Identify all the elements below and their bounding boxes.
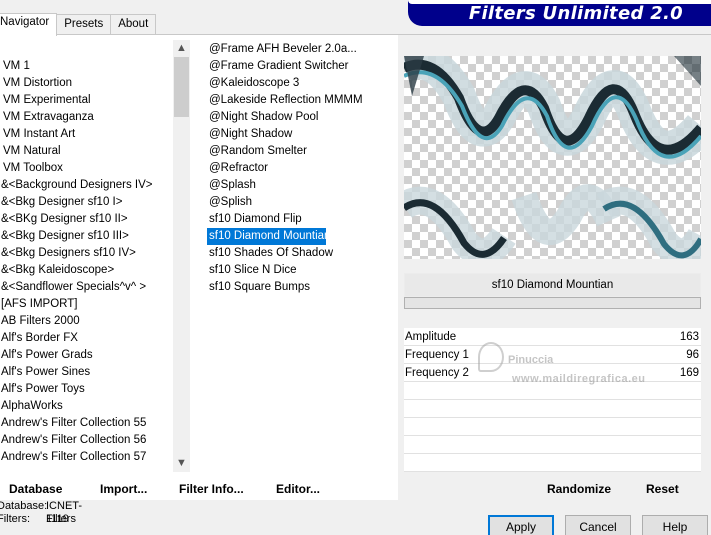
filter-item[interactable]: @Random Smelter	[207, 143, 397, 160]
chevron-down-icon[interactable]: ▼	[173, 455, 190, 472]
filter-item-selected[interactable]: sf10 Diamond Mountian	[207, 228, 330, 245]
category-item[interactable]: VM Toolbox	[0, 160, 190, 177]
param-row-amplitude[interactable]: Amplitude 163	[404, 328, 701, 346]
category-item[interactable]: &<Bkg Designer sf10 III>	[0, 228, 190, 245]
param-value: 169	[679, 367, 699, 379]
apply-button[interactable]: Apply	[488, 515, 554, 535]
parameter-table: Amplitude 163 Frequency 1 96 Frequency 2…	[404, 328, 701, 472]
param-label: Frequency 1	[405, 349, 469, 361]
database-label: Database:	[0, 500, 48, 512]
preview-image	[404, 56, 701, 259]
tab-bar: Navigator Presets About	[0, 13, 157, 36]
filter-item[interactable]: @Frame Gradient Switcher	[207, 58, 397, 75]
filter-item[interactable]: sf10 Slice N Dice	[207, 262, 397, 279]
chevron-up-icon[interactable]: ▲	[173, 40, 190, 57]
category-item[interactable]: [AFS IMPORT]	[0, 296, 190, 313]
param-row-empty	[404, 436, 701, 454]
category-item[interactable]: VM Instant Art	[0, 126, 190, 143]
param-label: Amplitude	[405, 331, 457, 343]
param-row-empty	[404, 454, 701, 472]
filters-count: 1119	[46, 513, 69, 525]
param-value: 96	[686, 349, 699, 361]
category-scrollbar[interactable]: ▲ ▼	[173, 40, 190, 472]
category-item[interactable]: &<BKg Designer sf10 II>	[0, 211, 190, 228]
category-item[interactable]: Andrew's Filter Collection 56	[0, 432, 190, 449]
category-item[interactable]: Alf's Power Sines	[0, 364, 190, 381]
filter-item[interactable]: @Splash	[207, 177, 397, 194]
filters-label: Filters:	[0, 513, 30, 525]
filter-item[interactable]: sf10 Diamond Flip	[207, 211, 397, 228]
filter-item[interactable]: @Frame AFH Beveler 2.0a...	[207, 41, 397, 58]
filter-item[interactable]: @Kaleidoscope 3	[207, 75, 397, 92]
import-button[interactable]: Import...	[100, 482, 147, 496]
reset-button[interactable]: Reset	[646, 482, 679, 496]
category-item[interactable]: AlphaWorks	[0, 398, 190, 415]
tab-about[interactable]: About	[110, 14, 157, 35]
category-item[interactable]: VM Distortion	[0, 75, 190, 92]
selected-filter-name: sf10 Diamond Mountian	[404, 273, 701, 297]
category-item[interactable]: Andrew's Filter Collection 55	[0, 415, 190, 432]
randomize-button[interactable]: Randomize	[547, 482, 611, 496]
category-item[interactable]: VM Experimental	[0, 92, 190, 109]
cancel-button[interactable]: Cancel	[565, 515, 631, 535]
category-item[interactable]: VM 1	[0, 58, 190, 75]
param-label: Frequency 2	[405, 367, 469, 379]
navigator-panel: VM 1 VM Distortion VM Experimental VM Extra…	[0, 34, 711, 501]
category-item[interactable]: &<Bkg Kaleidoscope>	[0, 262, 190, 279]
filter-list[interactable]: @Frame AFH Beveler 2.0a... @Frame Gradien…	[207, 41, 397, 296]
filter-item[interactable]: sf10 Shades Of Shadow	[207, 245, 397, 262]
action-bar: Database Import... Filter Info... Editor…	[0, 473, 711, 501]
filter-item[interactable]: @Night Shadow	[207, 126, 397, 143]
filter-info-button[interactable]: Filter Info...	[179, 482, 244, 496]
parameter-slider[interactable]	[404, 297, 701, 309]
param-row-empty	[404, 400, 701, 418]
editor-button[interactable]: Editor...	[276, 482, 320, 496]
category-item[interactable]: &<Background Designers IV>	[0, 177, 190, 194]
category-item[interactable]: &<Sandflower Specials^v^ >	[0, 279, 190, 296]
category-list[interactable]: VM 1 VM Distortion VM Experimental VM Extra…	[0, 35, 190, 475]
category-item[interactable]: VM Natural	[0, 143, 190, 160]
app-banner: Filters Unlimited 2.0	[408, 0, 711, 26]
category-item[interactable]: Alf's Power Grads	[0, 347, 190, 364]
filter-item[interactable]: @Splish	[207, 194, 397, 211]
filter-item[interactable]: @Lakeside Reflection MMMM	[207, 92, 397, 109]
database-button[interactable]: Database	[9, 482, 62, 496]
tab-navigator[interactable]: Navigator	[0, 13, 58, 36]
filter-item[interactable]: @Night Shadow Pool	[207, 109, 397, 126]
param-row-frequency-2[interactable]: Frequency 2 169	[404, 364, 701, 382]
category-item[interactable]: VM Extravaganza	[0, 109, 190, 126]
category-item[interactable]: &<Bkg Designers sf10 IV>	[0, 245, 190, 262]
tab-presets[interactable]: Presets	[56, 14, 112, 35]
param-row-empty	[404, 418, 701, 436]
app-title: Filters Unlimited 2.0	[468, 3, 683, 24]
category-item[interactable]: Alf's Border FX	[0, 330, 190, 347]
category-item[interactable]: AB Filters 2000	[0, 313, 190, 330]
preview-panel: sf10 Diamond Mountian Amplitude 163 Freq…	[398, 35, 711, 501]
filter-item[interactable]: @Refractor	[207, 160, 397, 177]
param-row-frequency-1[interactable]: Frequency 1 96	[404, 346, 701, 364]
category-item[interactable]: Andrew's Filter Collection 57	[0, 449, 190, 466]
scrollbar-thumb[interactable]	[174, 57, 189, 117]
param-row-empty	[404, 382, 701, 400]
category-item[interactable]: Alf's Power Toys	[0, 381, 190, 398]
filter-item[interactable]: sf10 Square Bumps	[207, 279, 397, 296]
category-item[interactable]: &<Bkg Designer sf10 I>	[0, 194, 190, 211]
param-value: 163	[679, 331, 699, 343]
help-button[interactable]: Help	[642, 515, 708, 535]
